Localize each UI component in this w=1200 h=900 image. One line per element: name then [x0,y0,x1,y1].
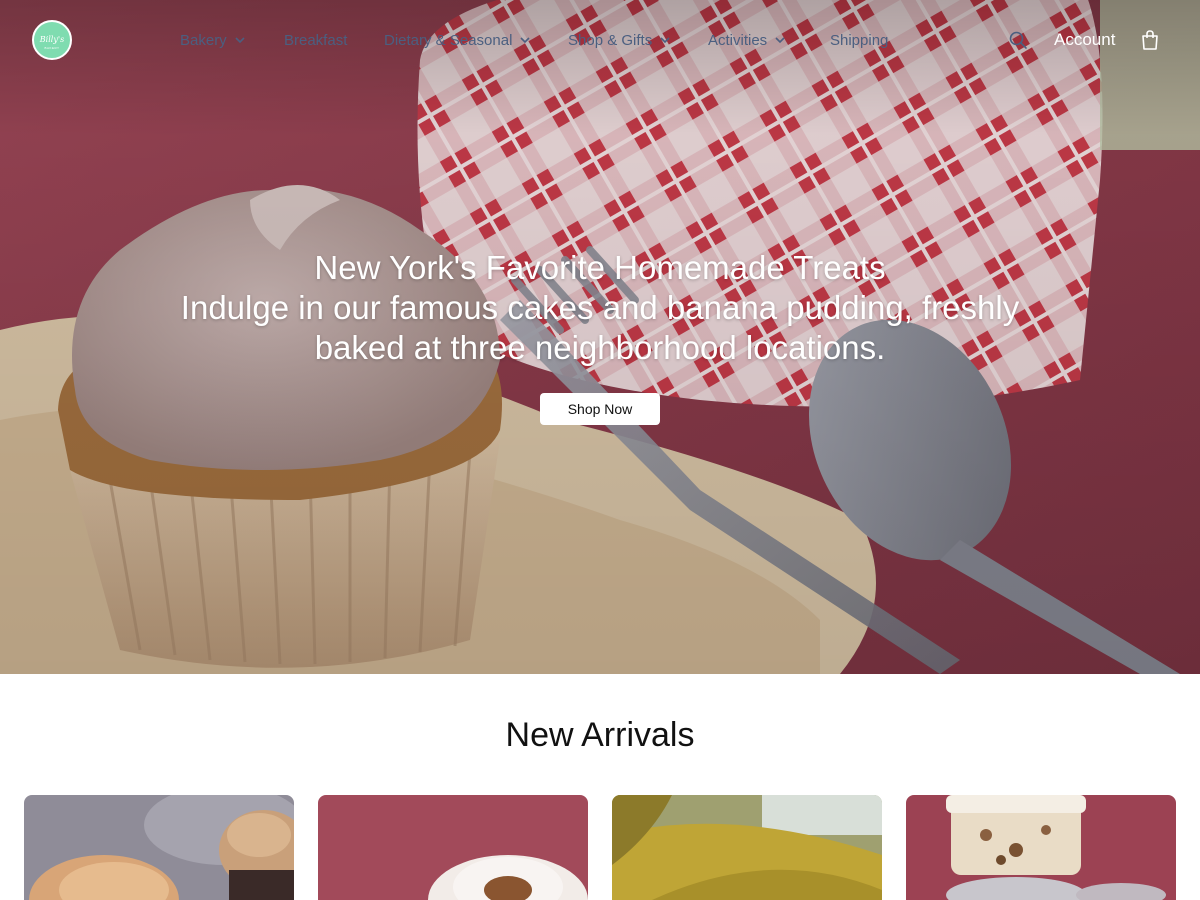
nav-item-label: Dietary & Seasonal [384,31,513,49]
product-card-bananas[interactable] [612,795,882,900]
chevron-down-icon [660,37,670,44]
product-image [612,795,882,900]
logo-text: Billy's [39,35,65,44]
hero-subline: baked at three neighborhood locations. [314,329,886,366]
product-image [906,795,1176,900]
shop-now-button[interactable]: Shop Now [540,393,660,425]
search-icon[interactable] [1008,30,1028,50]
nav-item-shipping[interactable]: Shipping [830,30,888,50]
chevron-down-icon [520,37,530,44]
nav-item-activities[interactable]: Activities [708,30,787,50]
nav-item-label: Activities [708,31,768,49]
hero-headline: New York's Favorite Homemade Treats [314,249,886,286]
product-card-crumb-cupcakes[interactable] [24,795,294,900]
logo[interactable]: Billy's BAKERY [32,20,72,60]
product-image [24,795,294,900]
nav-item-bakery[interactable]: Bakery [180,30,247,50]
shopping-bag-icon[interactable] [1140,29,1160,51]
nav-item-label: Bakery [180,31,227,49]
hero-subline: Indulge in our famous cakes and banana p… [180,289,1020,326]
nav-item-label: Shipping [830,31,889,49]
section-title: New Arrivals [505,716,695,754]
nav-item-shop-gifts[interactable]: Shop & Gifts [568,30,672,50]
chevron-down-icon [235,37,245,44]
product-card-frosted-cupcake[interactable] [318,795,588,900]
product-card-pudding-jars[interactable] [906,795,1176,900]
logo-subtext: BAKERY [44,46,60,50]
site-header: Billy's BAKERY Bakery Breakfast Dietary … [0,0,1200,80]
nav-item-label: Shop & Gifts [568,31,653,49]
product-image [318,795,588,900]
hero-copy: New York's Favorite Homemade Treats Indu… [150,248,1050,368]
account-link[interactable]: Account [1054,30,1115,50]
nav-item-dietary-seasonal[interactable]: Dietary & Seasonal [384,30,532,50]
nav-item-label: Breakfast [284,31,348,49]
chevron-down-icon [775,37,785,44]
nav-item-breakfast[interactable]: Breakfast [284,30,347,50]
